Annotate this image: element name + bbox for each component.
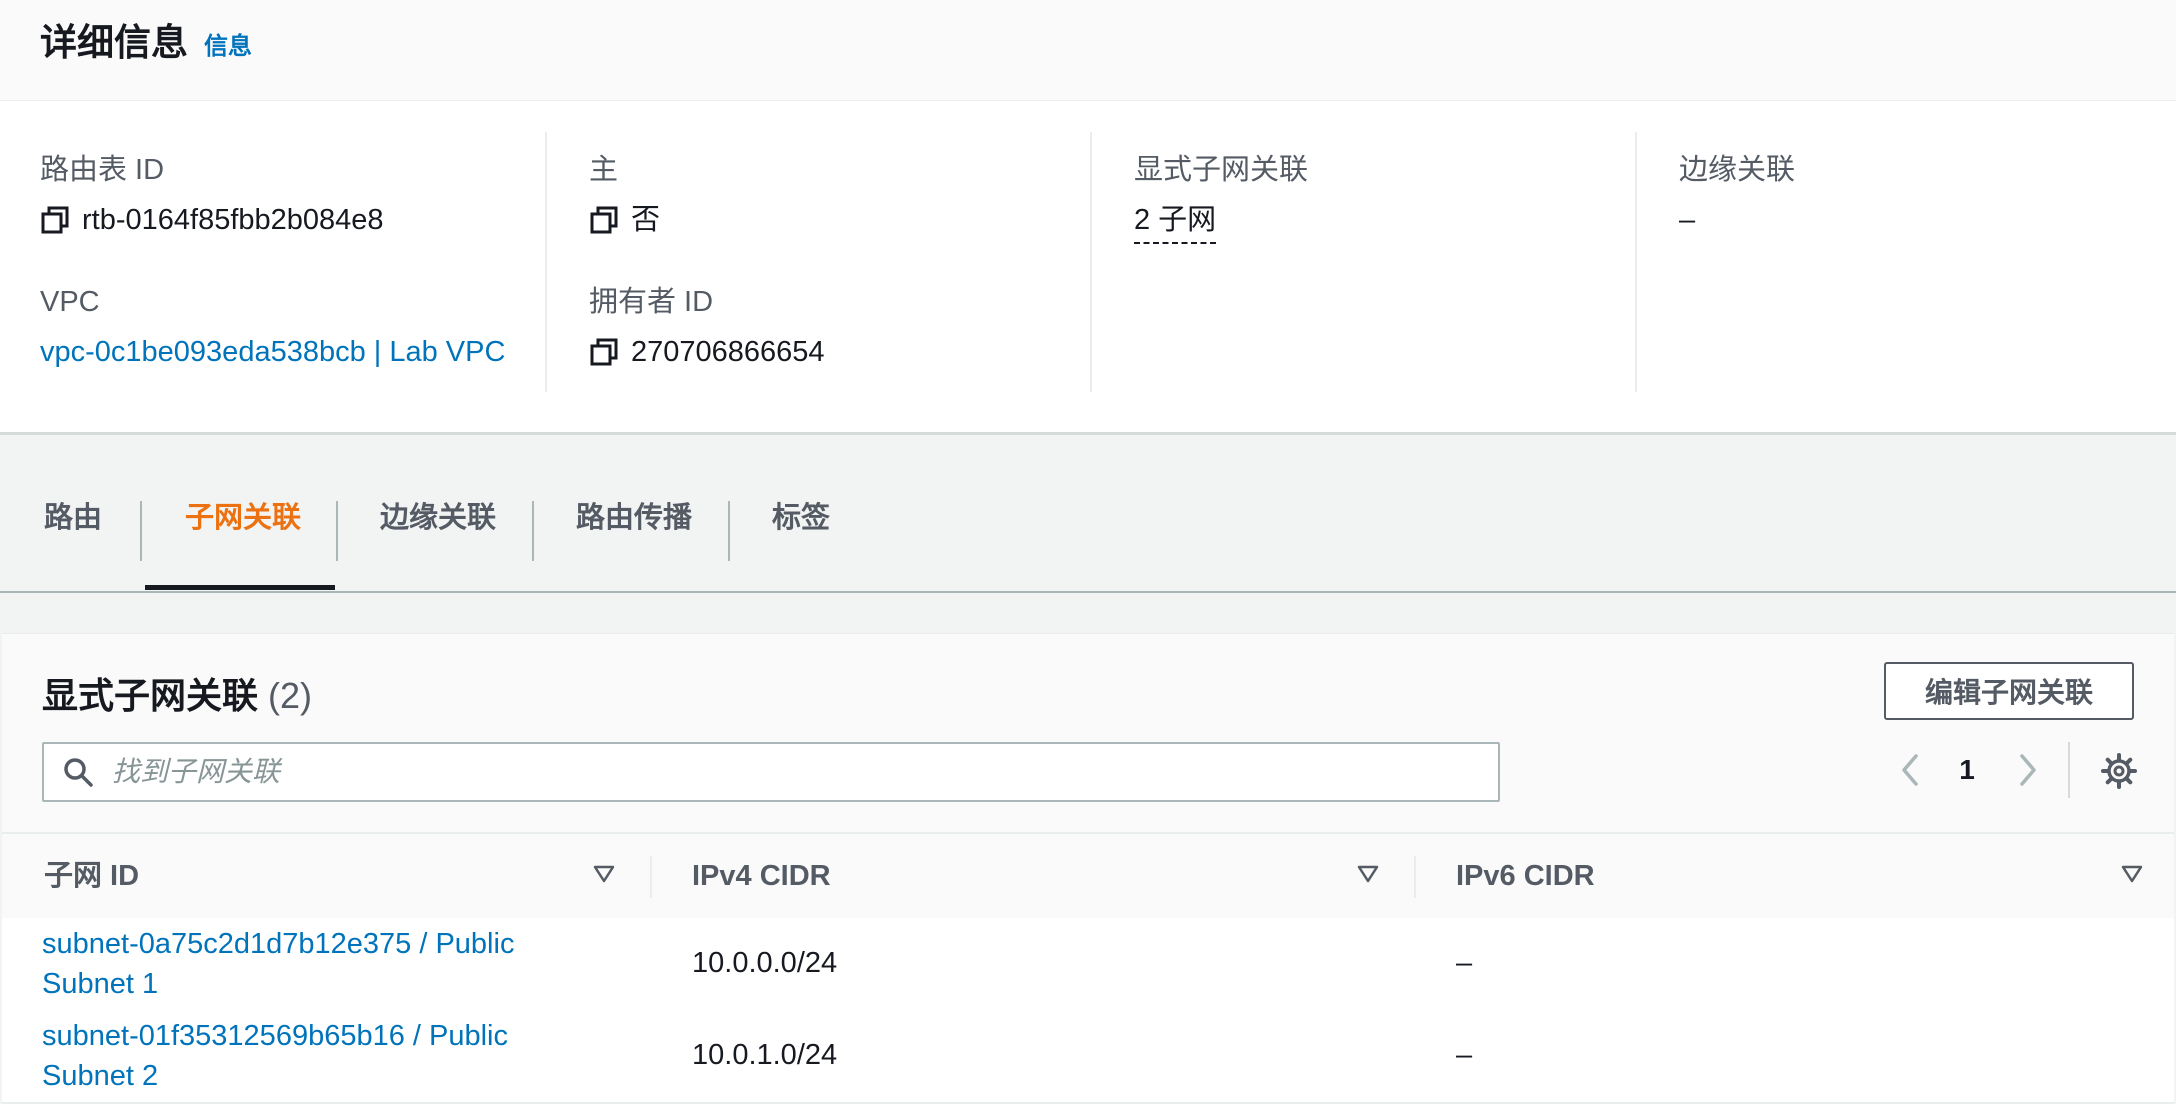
- info-link[interactable]: 信息: [204, 30, 252, 64]
- subnet-associations-panel: 显式子网关联(2) 编辑子网关联 1 子网 ID IPv4 CIDR IPv6 …: [2, 633, 2174, 1104]
- owner-id-value: 270706866654: [589, 332, 825, 372]
- sort-down-icon[interactable]: [1356, 862, 1380, 886]
- chevron-left-icon[interactable]: [1892, 750, 1928, 790]
- ipv4-cidr-cell: 10.0.0.0/24: [692, 947, 838, 979]
- owner-id-text: 270706866654: [631, 336, 825, 368]
- page-number[interactable]: 1: [1952, 748, 1982, 792]
- copy-icon[interactable]: [589, 200, 623, 240]
- column-divider: [1414, 856, 1416, 898]
- tab-edge-associations[interactable]: 边缘关联: [380, 493, 496, 587]
- details-column-4: 边缘关联 –: [1635, 132, 2176, 392]
- tab-divider: [728, 501, 730, 561]
- copy-icon[interactable]: [589, 332, 623, 372]
- sort-down-icon[interactable]: [592, 862, 616, 886]
- explicit-subnet-associations-label: 显式子网关联: [1134, 154, 1309, 186]
- tab-subnet-associations[interactable]: 子网关联: [185, 493, 301, 587]
- active-tab-underline: [145, 585, 335, 590]
- details-column-3: 显式子网关联 2 子网: [1090, 132, 1637, 392]
- main-value: 否: [589, 200, 660, 240]
- table-row: subnet-01f35312569b65b16 / Public Subnet…: [2, 1010, 2174, 1104]
- vpc-link[interactable]: vpc-0c1be093eda538bcb | Lab VPC: [40, 332, 505, 372]
- main-label: 主: [589, 154, 619, 186]
- tab-tags[interactable]: 标签: [772, 493, 830, 587]
- edge-associations-value: –: [1679, 204, 1696, 236]
- column-header-subnet-id[interactable]: 子网 ID: [44, 856, 139, 896]
- ipv4-cidr-cell: 10.0.1.0/24: [692, 1039, 838, 1071]
- ipv6-cidr-cell: –: [1456, 947, 1473, 979]
- edit-subnet-associations-button[interactable]: 编辑子网关联: [1884, 662, 2134, 720]
- details-title: 详细信息: [40, 22, 188, 63]
- tab-bar: 路由 子网关联 边缘关联 路由传播 标签: [0, 435, 2176, 593]
- vpc-label: VPC: [40, 286, 100, 318]
- column-divider: [650, 856, 652, 898]
- details-column-2: 主 否 拥有者 ID 270706866654: [545, 132, 1092, 392]
- tab-route-propagation[interactable]: 路由传播: [576, 493, 692, 587]
- explicit-subnet-associations-text[interactable]: 2 子网: [1134, 200, 1217, 244]
- tab-divider: [140, 501, 142, 561]
- chevron-right-icon[interactable]: [2010, 750, 2046, 790]
- route-table-id-value: rtb-0164f85fbb2b084e8: [40, 200, 384, 240]
- search-box[interactable]: [42, 742, 1500, 802]
- panel-title-text: 显式子网关联: [42, 675, 259, 716]
- table-header: 子网 ID IPv4 CIDR IPv6 CIDR: [2, 832, 2174, 922]
- column-header-ipv6-cidr[interactable]: IPv6 CIDR: [1456, 856, 1595, 896]
- route-table-id-text: rtb-0164f85fbb2b084e8: [82, 204, 384, 236]
- details-column-1: 路由表 ID rtb-0164f85fbb2b084e8 VPC vpc-0c1…: [40, 132, 545, 392]
- subnet-link[interactable]: subnet-0a75c2d1d7b12e375 / Public Subnet…: [42, 924, 602, 1004]
- details-header: 详细信息 信息: [0, 0, 2176, 101]
- pager-divider: [2068, 742, 2070, 798]
- column-header-ipv4-cidr[interactable]: IPv4 CIDR: [692, 856, 831, 896]
- search-input[interactable]: [112, 750, 1472, 794]
- sort-down-icon[interactable]: [2120, 862, 2144, 886]
- edge-associations-label: 边缘关联: [1679, 154, 1796, 186]
- tab-divider: [532, 501, 534, 561]
- main-text: 否: [631, 204, 661, 236]
- copy-icon[interactable]: [40, 200, 74, 240]
- panel-count: (2): [268, 675, 313, 716]
- settings-icon[interactable]: [2100, 752, 2138, 790]
- details-panel: 详细信息 信息 路由表 ID rtb-0164f85fbb2b084e8 VPC…: [0, 0, 2176, 435]
- search-icon: [64, 758, 93, 787]
- owner-id-label: 拥有者 ID: [589, 286, 714, 318]
- panel-title: 显式子网关联 (2): [42, 671, 312, 721]
- route-table-id-label: 路由表 ID: [40, 154, 165, 186]
- subnet-link[interactable]: subnet-01f35312569b65b16 / Public Subnet…: [42, 1016, 602, 1096]
- ipv6-cidr-cell: –: [1456, 1039, 1473, 1071]
- tab-divider: [336, 501, 338, 561]
- table-row: subnet-0a75c2d1d7b12e375 / Public Subnet…: [2, 918, 2174, 1012]
- explicit-subnet-associations-value[interactable]: 2 子网: [1134, 200, 1217, 244]
- tab-routes[interactable]: 路由: [44, 493, 102, 587]
